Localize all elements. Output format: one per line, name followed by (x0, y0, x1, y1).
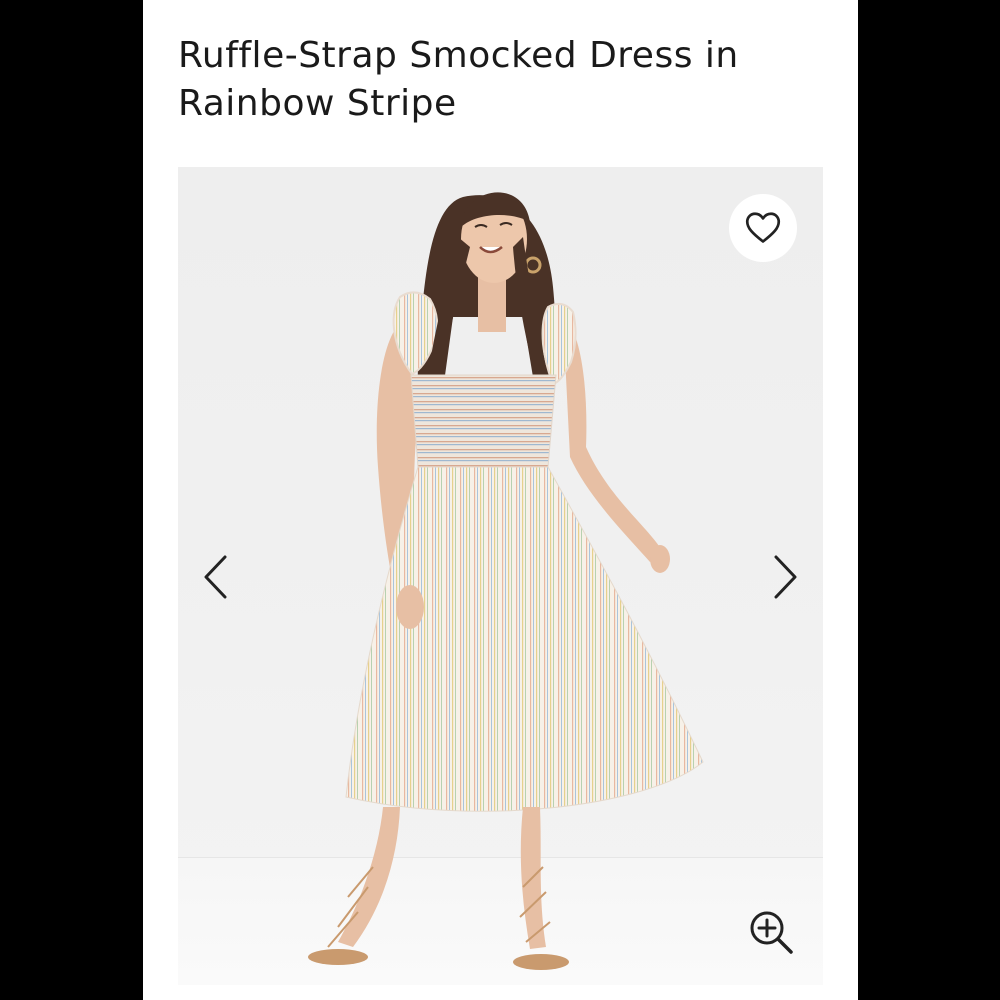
chevron-right-icon (774, 555, 797, 599)
zoom-in-icon (750, 911, 793, 954)
product-image[interactable] (178, 167, 823, 985)
product-image-gallery[interactable] (178, 167, 823, 985)
zoom-button[interactable] (746, 907, 796, 957)
product-title: Ruffle-Strap Smocked Dress in Rainbow St… (178, 35, 739, 124)
previous-image-button[interactable] (195, 555, 235, 599)
next-image-button[interactable] (766, 555, 806, 599)
product-page: Ruffle-Strap Smocked Dress in Rainbow St… (143, 0, 858, 1000)
chevron-left-icon (204, 555, 227, 599)
heart-outline-icon (745, 212, 781, 243)
favorite-button[interactable] (729, 194, 797, 262)
